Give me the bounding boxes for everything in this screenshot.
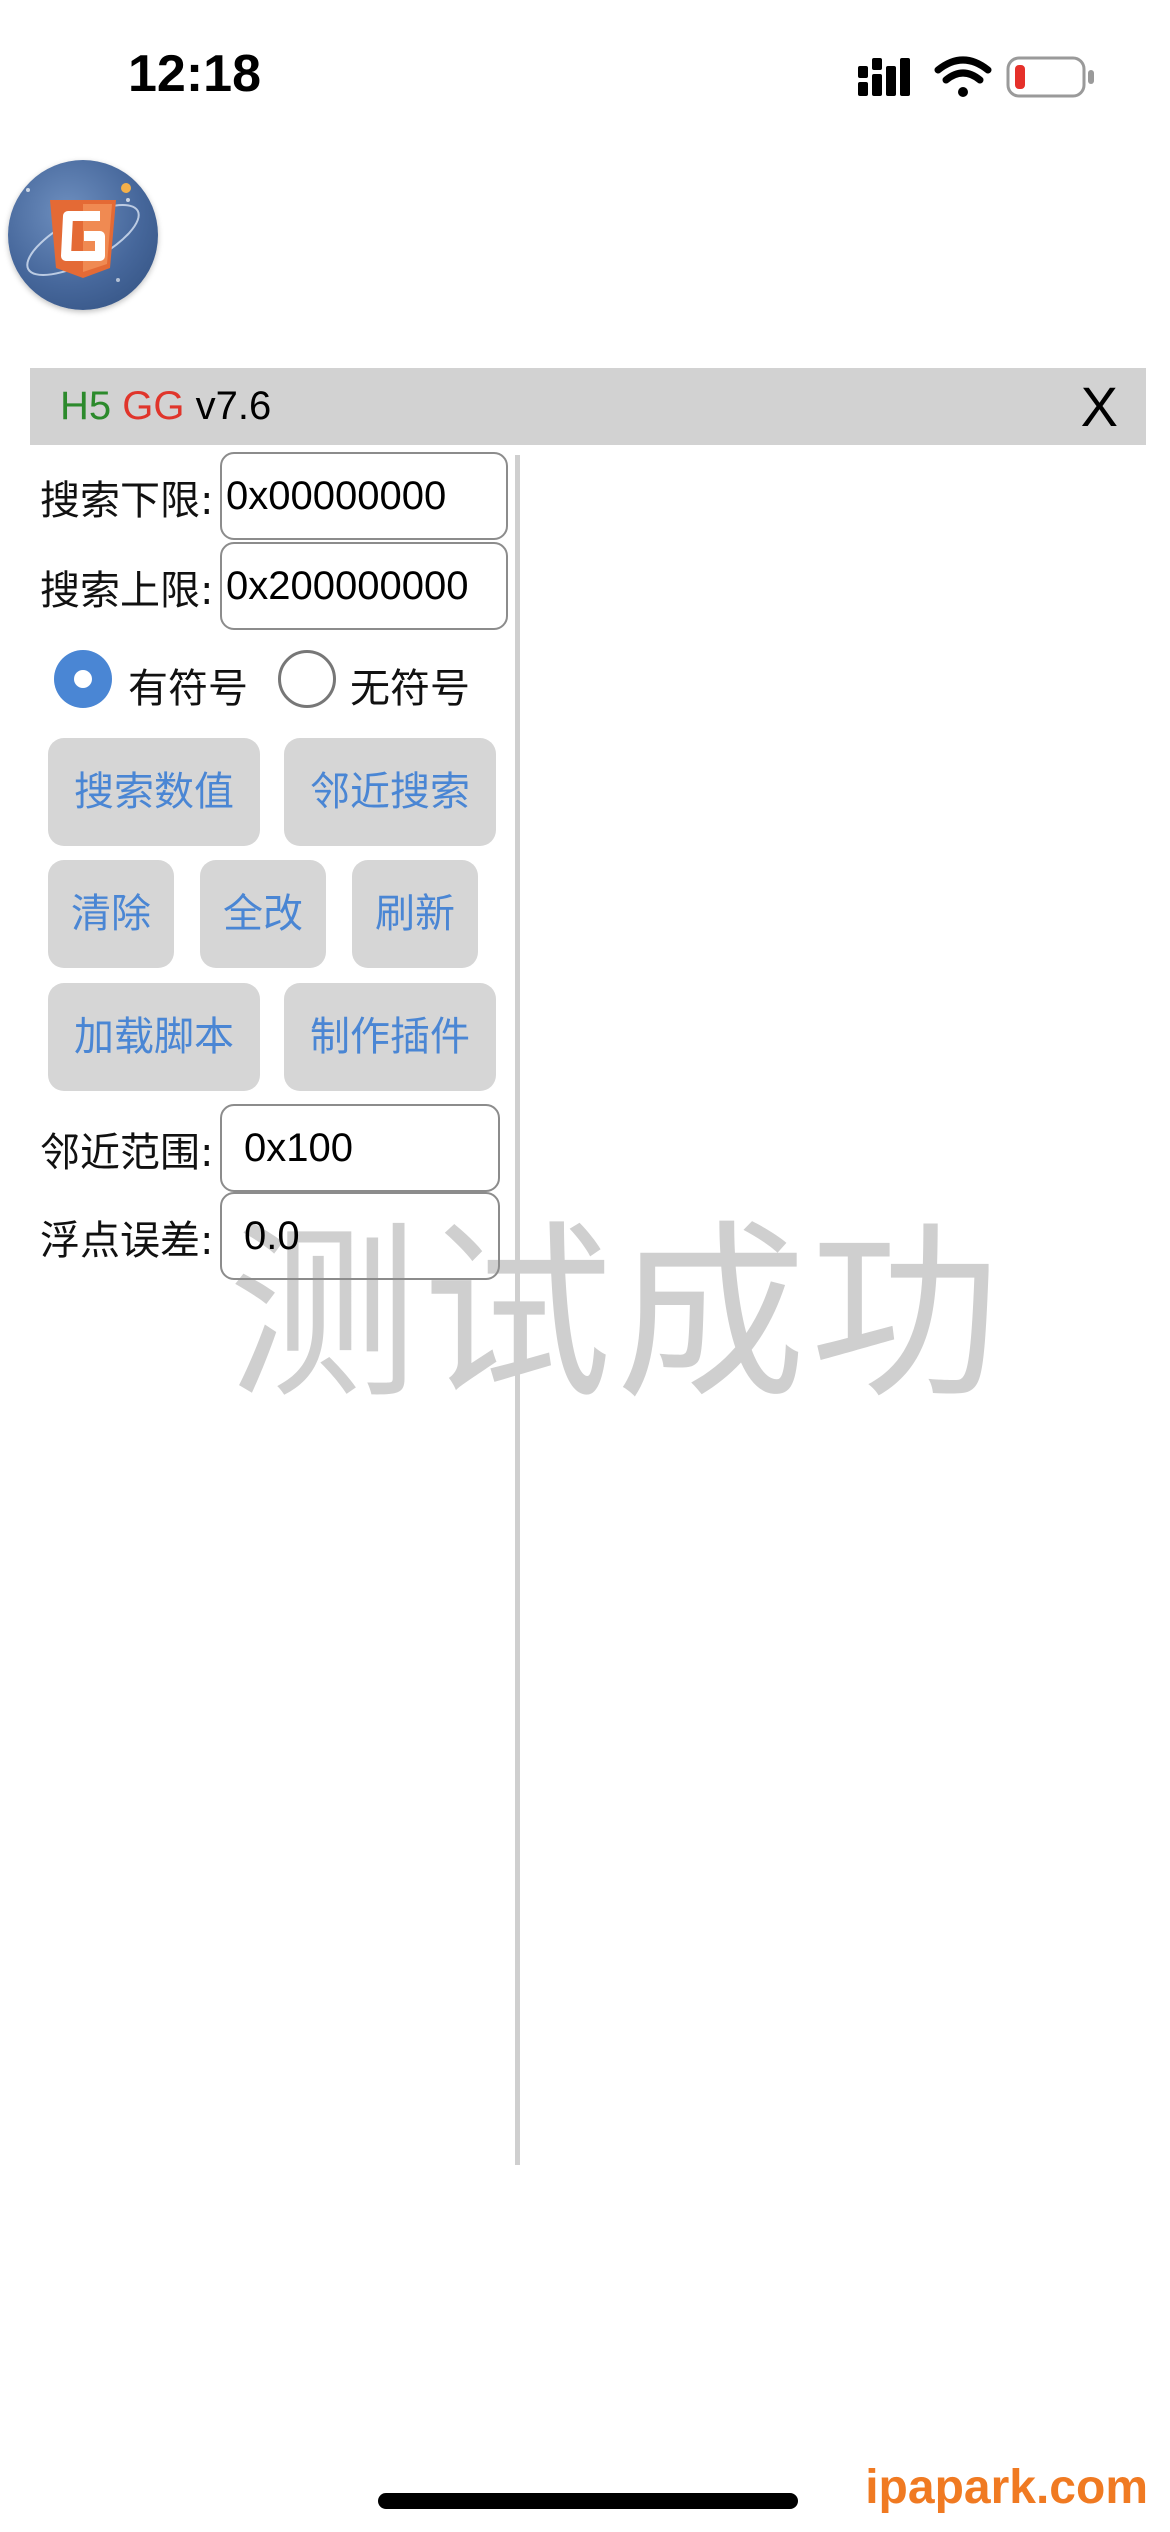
search-lower-label: 搜索下限: (40, 478, 214, 524)
home-indicator[interactable] (378, 2493, 798, 2509)
clear-button[interactable]: 清除 (48, 860, 174, 968)
window-titlebar: H5 GG v7.6 X (30, 368, 1146, 445)
search-upper-label: 搜索上限: (40, 568, 214, 614)
refresh-button[interactable]: 刷新 (352, 860, 478, 968)
wifi-icon (934, 56, 992, 97)
cellular-signal-icon (858, 58, 910, 96)
nearby-search-button[interactable]: 邻近搜索 (284, 738, 496, 846)
html5-g-logo-icon (26, 183, 140, 282)
search-upper-input[interactable] (220, 542, 508, 630)
load-script-button[interactable]: 加载脚本 (48, 983, 260, 1091)
status-time: 12:18 (128, 45, 261, 103)
title-version: v7.6 (195, 384, 272, 428)
make-plugin-button[interactable]: 制作插件 (284, 983, 496, 1091)
window-title: H5 GG v7.6 (60, 384, 271, 429)
nearby-range-label: 邻近范围: (40, 1130, 214, 1176)
unsigned-label: 无符号 (350, 666, 470, 712)
status-icons (858, 56, 1094, 98)
unsigned-radio[interactable] (278, 650, 336, 708)
site-watermark: ipapark.com (865, 2461, 1148, 2514)
floating-logo-button[interactable] (8, 160, 158, 310)
signed-radio[interactable] (54, 650, 112, 708)
title-gg: GG (122, 384, 185, 428)
title-h5: H5 (60, 384, 112, 428)
nearby-range-input[interactable] (220, 1104, 500, 1192)
search-value-button[interactable]: 搜索数值 (48, 738, 260, 846)
float-tolerance-input[interactable] (220, 1192, 500, 1280)
search-lower-input[interactable] (220, 452, 508, 540)
modify-all-button[interactable]: 全改 (200, 860, 326, 968)
signed-label: 有符号 (128, 666, 248, 712)
battery-icon (1006, 56, 1094, 98)
float-tolerance-label: 浮点误差: (40, 1218, 214, 1264)
close-button[interactable]: X (1081, 374, 1118, 439)
